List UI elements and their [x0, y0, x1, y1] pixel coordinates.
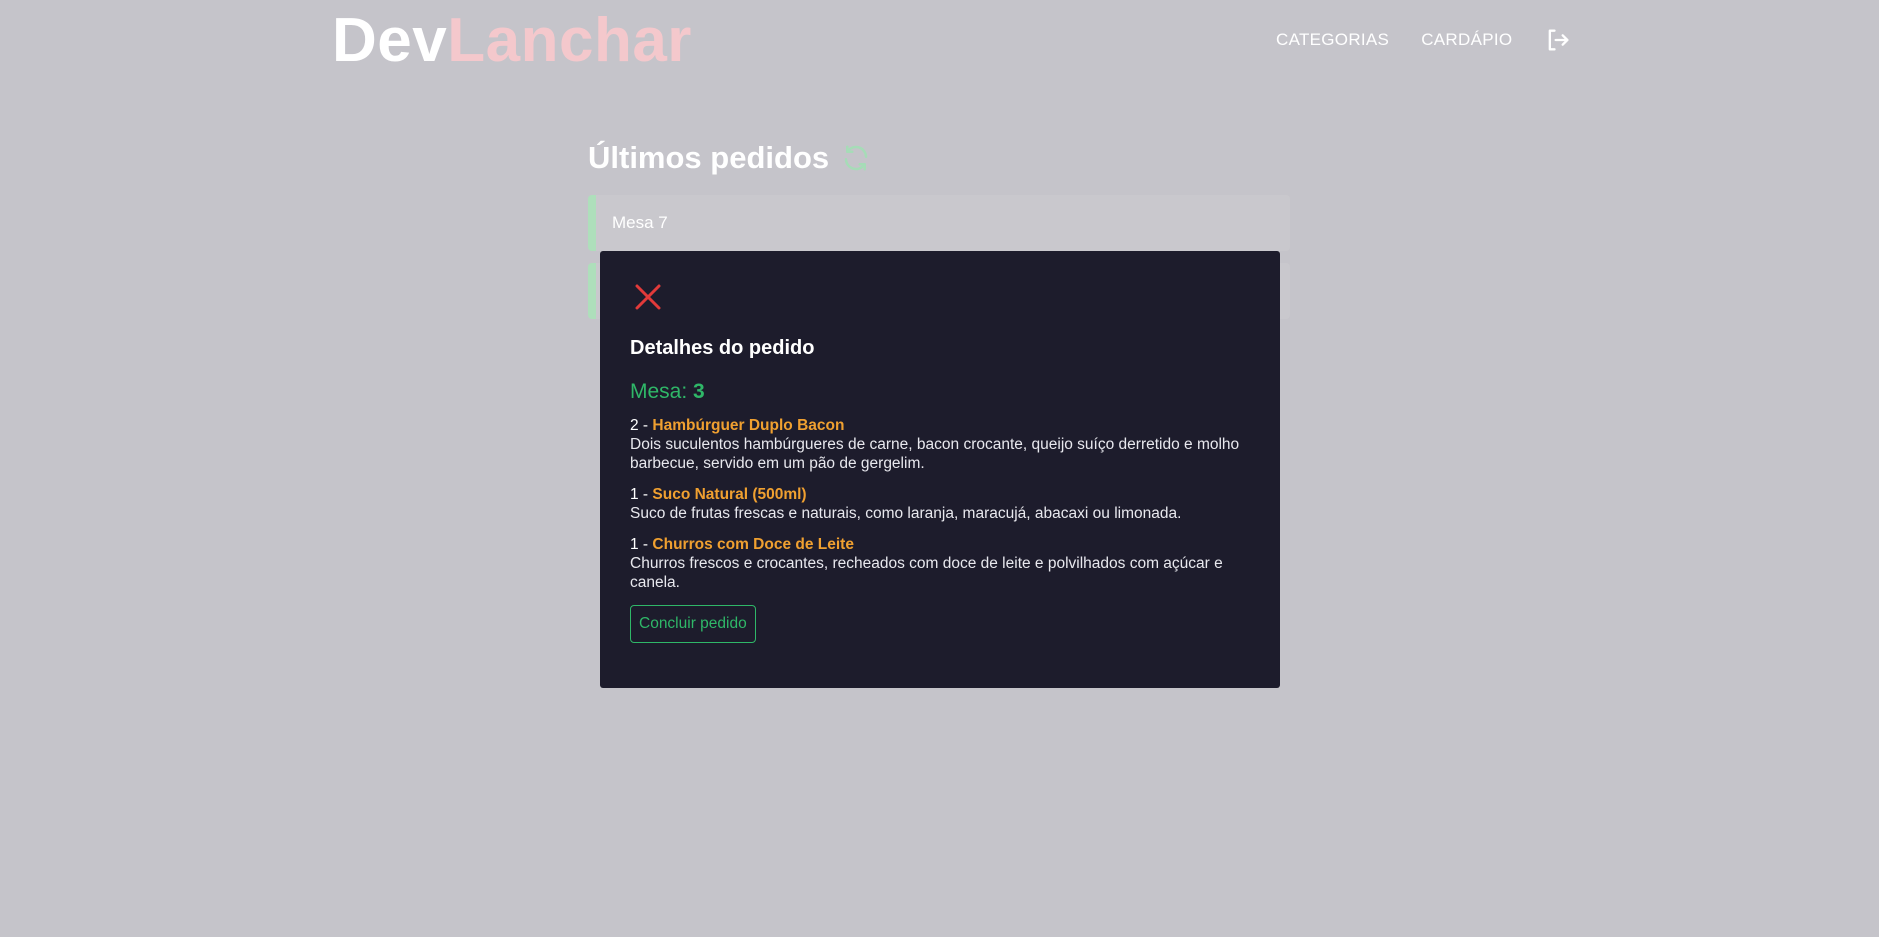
order-items-list: 2 - Hambúrguer Duplo Bacon Dois suculent…	[630, 416, 1250, 592]
item-quantity: 1 -	[630, 486, 649, 503]
item-quantity: 2 -	[630, 417, 649, 434]
table-number: 3	[693, 380, 705, 403]
order-item-mesa-7[interactable]: Mesa 7	[588, 195, 1290, 251]
order-line-item: 2 - Hambúrguer Duplo Bacon Dois suculent…	[630, 416, 1250, 473]
order-line-item: 1 - Suco Natural (500ml) Suco de frutas …	[630, 485, 1250, 523]
finish-order-button[interactable]: Concluir pedido	[630, 605, 756, 643]
orders-title: Últimos pedidos	[588, 140, 830, 175]
item-header: 1 - Churros com Doce de Leite	[630, 535, 1250, 554]
nav-categories-link[interactable]: CATEGORIAS	[1276, 28, 1389, 52]
order-line-item: 1 - Churros com Doce de Leite Churros fr…	[630, 535, 1250, 592]
logout-icon[interactable]	[1544, 26, 1572, 54]
modal-title: Detalhes do pedido	[630, 337, 815, 359]
main-nav: CATEGORIAS CARDÁPIO	[1276, 26, 1572, 54]
logo-dev-text: Dev	[332, 6, 448, 75]
item-header: 2 - Hambúrguer Duplo Bacon	[630, 416, 1250, 435]
item-name: Suco Natural (500ml)	[652, 486, 807, 503]
logo[interactable]: DevLanchar	[332, 6, 692, 76]
order-details-modal: Detalhes do pedido Mesa: 3 2 - Hambúrgue…	[600, 251, 1280, 688]
item-quantity: 1 -	[630, 536, 649, 553]
logo-lanchar-text: Lanchar	[447, 6, 692, 75]
item-header: 1 - Suco Natural (500ml)	[630, 485, 1250, 504]
item-name: Churros com Doce de Leite	[652, 536, 854, 553]
refresh-icon[interactable]	[841, 143, 871, 173]
page: DevLanchar CATEGORIAS CARDÁPIO Últimos p…	[0, 0, 1879, 937]
orders-heading: Últimos pedidos	[588, 140, 871, 176]
header: DevLanchar CATEGORIAS CARDÁPIO	[0, 0, 1879, 80]
close-icon[interactable]	[630, 279, 666, 315]
item-description: Dois suculentos hambúrgueres de carne, b…	[630, 436, 1240, 472]
table-label: Mesa:	[630, 380, 688, 403]
table-number-line: Mesa: 3	[630, 380, 1250, 404]
item-description: Suco de frutas frescas e naturais, como …	[630, 505, 1182, 522]
nav-menu-link[interactable]: CARDÁPIO	[1421, 28, 1512, 52]
item-name: Hambúrguer Duplo Bacon	[652, 417, 845, 434]
order-item-label: Mesa 7	[612, 213, 668, 232]
item-description: Churros frescos e crocantes, recheados c…	[630, 555, 1223, 591]
